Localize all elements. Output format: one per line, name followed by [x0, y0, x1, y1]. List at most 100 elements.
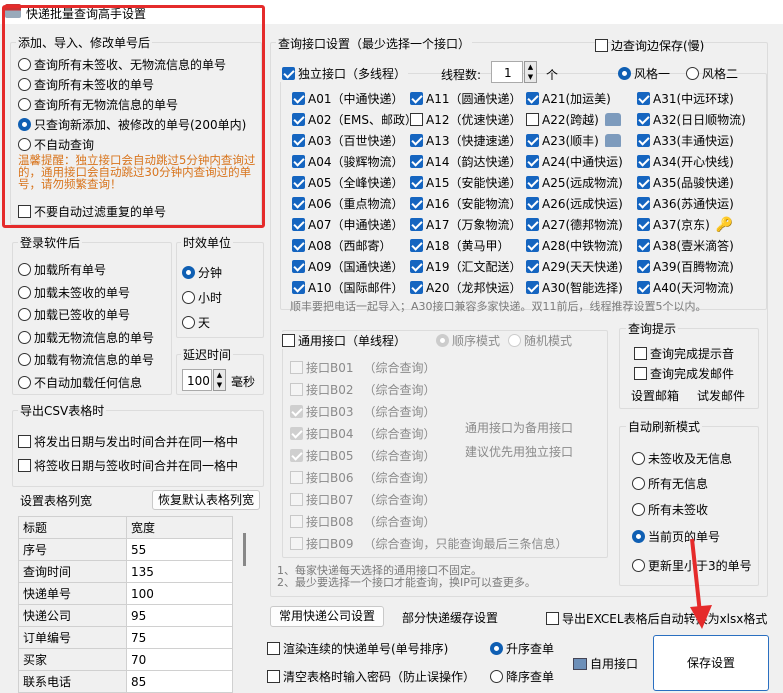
after-login-option[interactable]: 不自动加载任何信息: [18, 374, 142, 391]
general-api-checkbox[interactable]: 接口B07 （综合查询）: [290, 491, 436, 508]
filter-dup-checkbox[interactable]: 不要自动过滤重复的单号: [18, 203, 166, 220]
save-while-query-checkbox[interactable]: 边查询边保存(慢): [595, 37, 704, 54]
checkbox-box[interactable]: [290, 383, 303, 396]
api-checkbox[interactable]: A19（汇文配送）: [410, 258, 521, 275]
radio-dot[interactable]: [686, 67, 699, 80]
checkbox-box[interactable]: [292, 113, 305, 126]
width-cell[interactable]: 75: [126, 626, 233, 649]
api-checkbox[interactable]: A09（国通快递）: [292, 258, 403, 275]
reset-col-width-button[interactable]: 恢复默认表格列宽: [152, 490, 260, 510]
checkbox-box[interactable]: [292, 176, 305, 189]
checkbox-box[interactable]: [637, 197, 650, 210]
set-mail-link[interactable]: 设置邮箱: [631, 387, 679, 404]
checkbox-box[interactable]: [290, 361, 303, 374]
api-checkbox[interactable]: A10（国际邮件）: [292, 279, 403, 296]
checkbox-box[interactable]: [292, 218, 305, 231]
time-unit-option[interactable]: 天: [182, 314, 210, 331]
clear-password-checkbox[interactable]: 清空表格时输入密码（防止误操作）: [267, 668, 475, 685]
general-api-checkbox[interactable]: 接口B02 （综合查询）: [290, 381, 436, 398]
table-row[interactable]: 快递公司 95: [18, 604, 233, 627]
api-checkbox[interactable]: A26(远成快运): [526, 195, 623, 212]
general-api-checkbox[interactable]: 接口B09 （综合查询，只能查询最后三条信息）: [290, 535, 568, 552]
width-cell[interactable]: 135: [126, 560, 233, 583]
style-two-radio[interactable]: 风格二: [686, 65, 738, 82]
checkbox-box[interactable]: [637, 260, 650, 273]
after-add-option[interactable]: 查询所有未签收的单号: [18, 76, 154, 93]
delay-input[interactable]: 100: [182, 369, 212, 391]
api-checkbox[interactable]: A27(德邦物流): [526, 216, 623, 233]
own-api-link[interactable]: 自用接口: [573, 655, 638, 672]
checkbox-box[interactable]: [292, 155, 305, 168]
checkbox-box[interactable]: [637, 134, 650, 147]
api-checkbox[interactable]: A28(中铁物流): [526, 237, 623, 254]
radio-dot[interactable]: [18, 330, 31, 344]
time-unit-option[interactable]: 小时: [182, 289, 222, 306]
checkbox-box[interactable]: [526, 176, 539, 189]
api-checkbox[interactable]: A22(跨越): [526, 111, 621, 128]
api-checkbox[interactable]: A20（龙邦快运）: [410, 279, 521, 296]
api-checkbox[interactable]: A32(日日顺物流): [637, 111, 746, 128]
radio-dot[interactable]: [632, 530, 645, 543]
checkbox-box[interactable]: [637, 113, 650, 126]
after-login-option[interactable]: 加载已签收的单号: [18, 306, 130, 323]
checkbox-box[interactable]: [292, 281, 305, 294]
common-courier-button[interactable]: 常用快递公司设置: [270, 606, 384, 627]
api-checkbox[interactable]: A25(远成物流): [526, 174, 623, 191]
checkbox-box[interactable]: [634, 347, 647, 360]
api-checkbox[interactable]: A01（中通快递）: [292, 90, 403, 107]
checkbox-box[interactable]: [595, 39, 608, 52]
api-checkbox[interactable]: A03（百世快递）: [292, 132, 403, 149]
refresh-option[interactable]: 未签收及无信息: [632, 450, 732, 467]
general-api-checkbox[interactable]: 接口B05 （综合查询）: [290, 447, 436, 464]
checkbox-box[interactable]: [290, 427, 303, 440]
checkbox-box[interactable]: [410, 92, 423, 105]
after-login-option[interactable]: 加载有物流信息的单号: [18, 351, 154, 368]
checkbox-box[interactable]: [526, 260, 539, 273]
radio-dot[interactable]: [18, 308, 31, 321]
checkbox-box[interactable]: [292, 92, 305, 105]
api-checkbox[interactable]: A06（重点物流）: [292, 195, 403, 212]
api-checkbox[interactable]: A34(开心快线): [637, 153, 734, 170]
api-checkbox[interactable]: A16（安能物流）: [410, 195, 521, 212]
checkbox-box[interactable]: [292, 239, 305, 252]
checkbox-box[interactable]: [267, 670, 280, 683]
after-add-option[interactable]: 只查询新添加、被修改的单号(200单内): [18, 116, 246, 133]
checkbox-box[interactable]: [290, 537, 303, 550]
save-settings-button[interactable]: 保存设置: [653, 635, 769, 691]
after-login-option[interactable]: 加载无物流信息的单号: [18, 329, 154, 346]
table-row[interactable]: 订单编号 75: [18, 626, 233, 649]
after-login-option[interactable]: 加载未签收的单号: [18, 284, 130, 301]
checkbox-box[interactable]: [292, 197, 305, 210]
checkbox-box[interactable]: [410, 197, 423, 210]
general-api-checkbox[interactable]: 接口B08 （综合查询）: [290, 513, 436, 530]
checkbox-box[interactable]: [526, 239, 539, 252]
checkbox-box[interactable]: [282, 334, 295, 347]
table-row[interactable]: 买家 70: [18, 648, 233, 671]
api-checkbox[interactable]: A11（圆通快递）: [410, 90, 521, 107]
general-api-checkbox[interactable]: 接口B06 （综合查询）: [290, 469, 436, 486]
api-checkbox[interactable]: A37(京东) 🔑: [637, 216, 733, 233]
checkbox-box[interactable]: [290, 449, 303, 462]
render-checkbox[interactable]: 渲染连续的快递单号(单号排序): [267, 640, 448, 657]
radio-dot[interactable]: [490, 670, 503, 683]
api-checkbox[interactable]: A13（快捷速递）: [410, 132, 521, 149]
checkbox-box[interactable]: [637, 281, 650, 294]
radio-dot[interactable]: [182, 316, 195, 329]
delay-spinner[interactable]: ▲ ▼: [213, 369, 226, 391]
checkbox-box[interactable]: [634, 367, 647, 380]
api-checkbox[interactable]: A39(百腾物流): [637, 258, 734, 275]
width-cell[interactable]: 70: [126, 648, 233, 671]
radio-dot[interactable]: [18, 138, 31, 151]
after-add-option[interactable]: 查询所有未签收、无物流信息的单号: [18, 56, 226, 73]
api-checkbox[interactable]: A14（韵达快递）: [410, 153, 521, 170]
cache-settings-link[interactable]: 部分快递缓存设置: [402, 609, 498, 626]
table-row[interactable]: 联系电话 85: [18, 670, 233, 693]
general-checkbox[interactable]: 通用接口（单线程）: [280, 332, 409, 349]
table-row[interactable]: 快递单号 100: [18, 582, 233, 605]
checkbox-box[interactable]: [526, 218, 539, 231]
api-checkbox[interactable]: A40(天河物流): [637, 279, 734, 296]
checkbox-box[interactable]: [267, 642, 280, 655]
random-mode-radio[interactable]: 随机模式: [506, 332, 575, 349]
checkbox-box[interactable]: [290, 471, 303, 484]
radio-dot[interactable]: [18, 353, 31, 366]
